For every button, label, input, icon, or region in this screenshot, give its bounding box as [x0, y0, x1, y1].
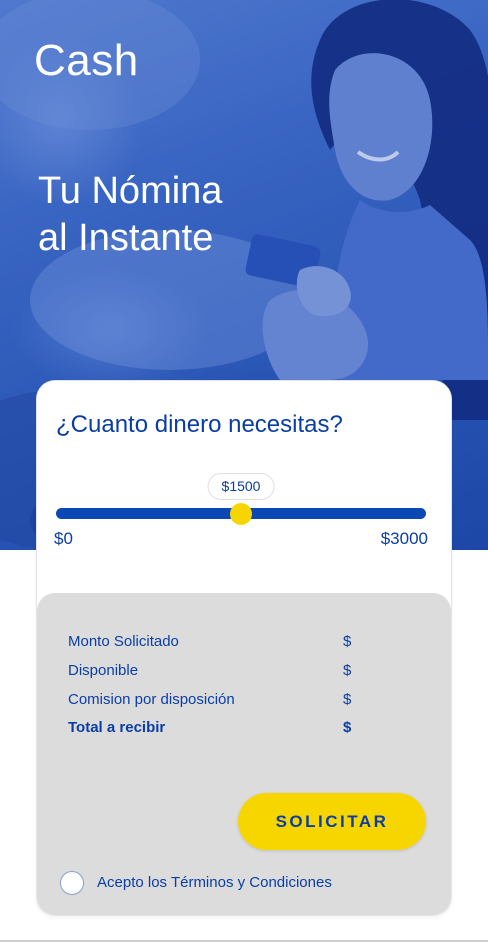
summary-label: Total a recibir — [68, 719, 166, 736]
summary-label: Disponible — [68, 662, 139, 679]
summary-panel: Monto Solicitado $ Disponible $ Comision… — [37, 593, 451, 915]
slider-thumb[interactable] — [230, 503, 252, 525]
terms-label[interactable]: Acepto los Términos y Condiciones — [97, 874, 332, 891]
loan-request-card: ¿Cuanto dinero necesitas? $1500 $0 $3000… — [37, 381, 451, 915]
summary-value: $ — [343, 719, 352, 736]
summary-row-comision: Comision por disposición $ — [68, 691, 398, 711]
amount-question: ¿Cuanto dinero necesitas? — [56, 411, 343, 438]
summary-row-monto-solicitado: Monto Solicitado $ — [68, 633, 398, 653]
app-logo: Cash — [34, 36, 139, 85]
summary-value: $ — [343, 633, 352, 650]
hero-headline: Tu Nómina al Instante — [38, 168, 222, 262]
headline-line-1: Tu Nómina — [38, 170, 223, 212]
slider-max-label: $3000 — [380, 529, 428, 548]
amount-slider[interactable]: $1500 $0 $3000 — [54, 473, 428, 548]
summary-value: $ — [343, 662, 352, 679]
summary-row-disponible: Disponible $ — [68, 662, 398, 682]
solicitar-button[interactable]: SOLICITAR — [238, 793, 426, 850]
headline-line-2: al Instante — [38, 217, 214, 259]
summary-label: Monto Solicitado — [68, 633, 179, 650]
summary-label: Comision por disposición — [68, 691, 235, 708]
summary-row-total: Total a recibir $ — [68, 719, 398, 739]
terms-radio[interactable] — [60, 871, 84, 895]
summary-value: $ — [343, 691, 352, 708]
slider-min-label: $0 — [54, 529, 73, 548]
slider-value-bubble: $1500 — [207, 473, 275, 500]
terms-acceptance[interactable]: Acepto los Términos y Condiciones — [60, 871, 390, 895]
